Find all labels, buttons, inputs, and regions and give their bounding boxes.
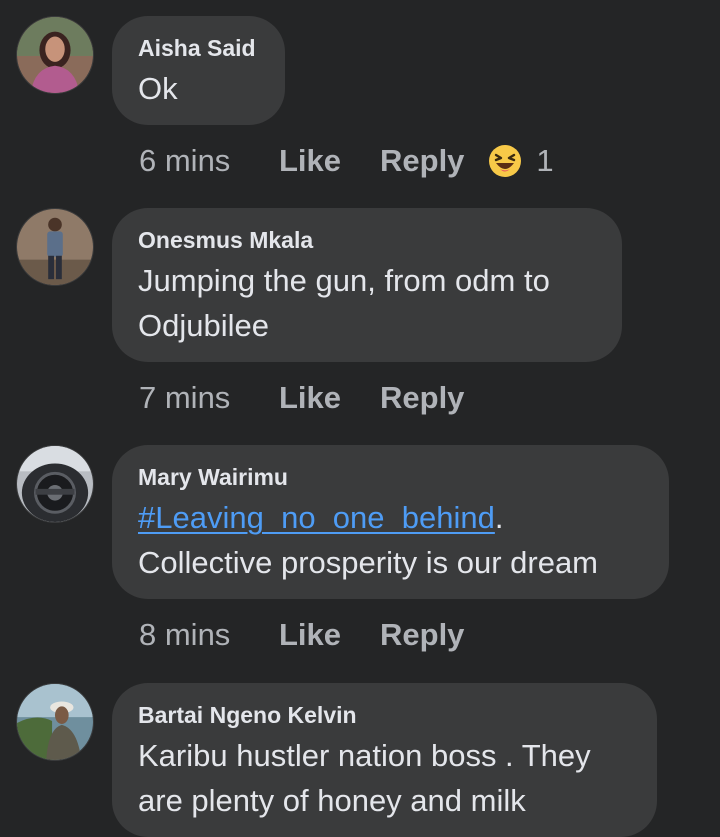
reaction-summary[interactable]: 1 — [488, 143, 554, 179]
comment-text-line: #Leaving_no_one_behind. — [138, 495, 643, 540]
comment-actions: 8 mins Like Reply — [139, 615, 464, 655]
avatar[interactable] — [16, 683, 94, 761]
comment-bubble: Bartai Ngeno Kelvin Karibu hustler natio… — [112, 683, 657, 837]
reaction-count: 1 — [536, 143, 554, 178]
like-button[interactable]: Like — [279, 617, 380, 653]
comment-text-line: Odjubilee — [138, 308, 269, 343]
comment-author[interactable]: Mary Wairimu — [138, 463, 643, 491]
comment-bubble: Mary Wairimu #Leaving_no_one_behind. Col… — [112, 445, 669, 599]
hashtag-link[interactable]: #Leaving_no_one_behind — [138, 500, 495, 535]
like-button[interactable]: Like — [279, 143, 380, 179]
hashtag-suffix: . — [494, 500, 504, 535]
comment-author[interactable]: Onesmus Mkala — [138, 226, 596, 254]
comment-author[interactable]: Aisha Said — [138, 34, 259, 62]
avatar-photo-icon — [17, 17, 93, 93]
comment-bubble: Aisha Said Ok — [112, 16, 285, 125]
comment-timestamp[interactable]: 6 mins — [139, 143, 279, 179]
avatar[interactable] — [16, 16, 94, 94]
avatar[interactable] — [16, 445, 94, 523]
avatar-photo-icon — [17, 209, 93, 285]
reply-button[interactable]: Reply — [380, 380, 464, 416]
comment-text-line: Karibu hustler nation boss . They — [138, 738, 591, 773]
comment-actions: 7 mins Like Reply — [139, 378, 464, 418]
comment-text-line: Collective prosperity is our dream — [138, 545, 599, 580]
comment-text: Jumping the gun, from odm to Odjubilee — [138, 258, 596, 348]
haha-emoji-icon — [489, 145, 522, 177]
comment-text-line: Ok — [138, 71, 178, 106]
reply-button[interactable]: Reply — [380, 617, 464, 653]
comment-text: #Leaving_no_one_behind. Collective prosp… — [138, 495, 643, 585]
comment-text: Karibu hustler nation boss . They are pl… — [138, 733, 631, 823]
comment-bubble: Onesmus Mkala Jumping the gun, from odm … — [112, 208, 622, 362]
like-button[interactable]: Like — [279, 380, 380, 416]
comment-timestamp[interactable]: 7 mins — [139, 380, 279, 416]
avatar[interactable] — [16, 208, 94, 286]
comment-text-line: Jumping the gun, from odm to — [138, 263, 550, 298]
avatar-photo-icon — [17, 446, 93, 522]
comment-author[interactable]: Bartai Ngeno Kelvin — [138, 701, 631, 729]
comment-text: Ok — [138, 66, 259, 111]
avatar-photo-icon — [17, 684, 93, 760]
comment-actions: 6 mins Like Reply 1 — [139, 141, 554, 181]
comment-text-line: are plenty of honey and milk — [138, 783, 526, 818]
reply-button[interactable]: Reply — [380, 143, 464, 179]
comment-timestamp[interactable]: 8 mins — [139, 617, 279, 653]
